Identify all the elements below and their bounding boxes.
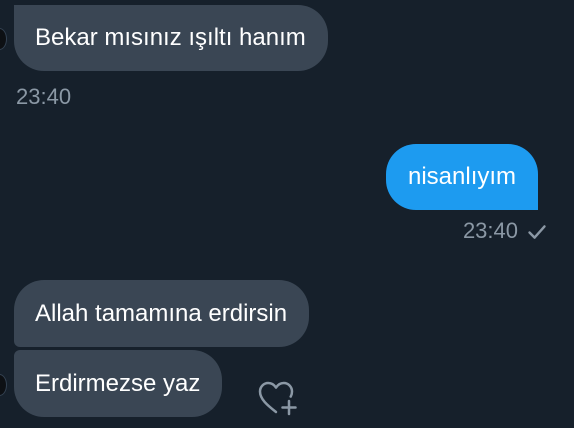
checkmark-icon [528,225,546,239]
message-timestamp-outgoing-1: 23:40 [462,218,518,243]
message-bubble-outgoing-1[interactable]: nisanlıyım [386,144,539,210]
message-timestamp-incoming-1: 23:40 [16,84,72,109]
heart-add-icon[interactable] [256,378,302,418]
message-bubble-incoming-3[interactable]: Erdirmezse yaz [14,350,223,417]
sender-avatar-edge-top [0,28,7,50]
message-bubble-incoming-2[interactable]: Allah tamamına erdirsin [14,280,310,347]
message-bubble-incoming-1[interactable]: Bekar mısınız ışıltı hanım [14,5,328,71]
sender-avatar-edge-bottom [0,374,7,396]
